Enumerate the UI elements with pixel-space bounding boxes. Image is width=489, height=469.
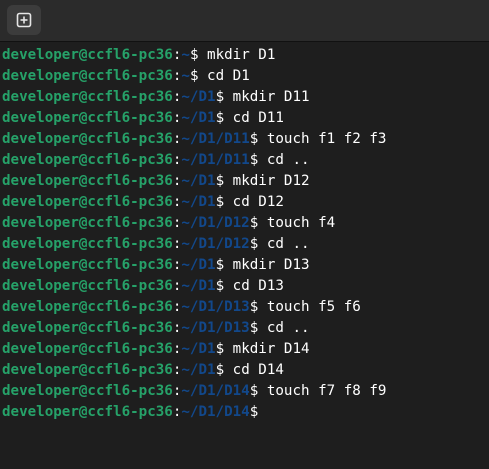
command-text: cd D1 (198, 68, 250, 84)
prompt-symbol: $ (215, 257, 225, 273)
terminal-line: developer@ccfl6-pc36:~/D1/D11$ touch f1 … (2, 129, 489, 150)
prompt-path: ~/D1 (181, 278, 216, 294)
prompt-path: ~/D1 (181, 110, 216, 126)
prompt-symbol: $ (249, 215, 259, 231)
prompt-user-host: developer@ccfl6-pc36 (2, 257, 173, 273)
prompt-path: ~/D1/D12 (181, 236, 250, 252)
prompt-user-host: developer@ccfl6-pc36 (2, 68, 173, 84)
terminal-line: developer@ccfl6-pc36:~/D1$ cd D11 (2, 108, 489, 129)
prompt-user-host: developer@ccfl6-pc36 (2, 320, 173, 336)
prompt-symbol: $ (215, 110, 225, 126)
prompt-path: ~/D1 (181, 341, 216, 357)
new-tab-plus-icon (16, 12, 32, 28)
command-text: cd .. (258, 320, 310, 336)
prompt-user-host: developer@ccfl6-pc36 (2, 131, 173, 147)
prompt-symbol: $ (215, 89, 225, 105)
terminal-line: developer@ccfl6-pc36:~/D1/D12$ cd .. (2, 234, 489, 255)
terminal-line: developer@ccfl6-pc36:~/D1$ mkdir D14 (2, 339, 489, 360)
terminal-line: developer@ccfl6-pc36:~/D1/D11$ cd .. (2, 150, 489, 171)
command-text: cd D14 (224, 362, 284, 378)
prompt-symbol: $ (215, 362, 225, 378)
prompt-symbol: $ (215, 341, 225, 357)
command-text: mkdir D12 (224, 173, 310, 189)
command-text: touch f7 f8 f9 (258, 383, 387, 399)
prompt-user-host: developer@ccfl6-pc36 (2, 215, 173, 231)
terminal-line: developer@ccfl6-pc36:~$ cd D1 (2, 66, 489, 87)
prompt-symbol: $ (249, 404, 259, 420)
command-text: mkdir D11 (224, 89, 310, 105)
command-text: mkdir D14 (224, 341, 310, 357)
prompt-user-host: developer@ccfl6-pc36 (2, 383, 173, 399)
prompt-path: ~ (181, 47, 190, 63)
terminal-line: developer@ccfl6-pc36:~/D1$ cd D13 (2, 276, 489, 297)
prompt-symbol: $ (215, 278, 225, 294)
terminal-line: developer@ccfl6-pc36:~/D1/D12$ touch f4 (2, 213, 489, 234)
prompt-user-host: developer@ccfl6-pc36 (2, 341, 173, 357)
prompt-symbol: $ (249, 236, 259, 252)
prompt-path: ~/D1/D13 (181, 299, 250, 315)
command-text: cd .. (258, 152, 310, 168)
prompt-symbol: $ (249, 152, 259, 168)
prompt-symbol: $ (249, 131, 259, 147)
prompt-path: ~/D1/D13 (181, 320, 250, 336)
command-text: mkdir D13 (224, 257, 310, 273)
prompt-symbol: $ (249, 320, 259, 336)
prompt-user-host: developer@ccfl6-pc36 (2, 47, 173, 63)
prompt-user-host: developer@ccfl6-pc36 (2, 152, 173, 168)
prompt-path: ~/D1 (181, 89, 216, 105)
prompt-path: ~/D1/D14 (181, 383, 250, 399)
command-text: touch f1 f2 f3 (258, 131, 387, 147)
prompt-path: ~ (181, 68, 190, 84)
new-tab-button[interactable] (7, 5, 41, 35)
prompt-user-host: developer@ccfl6-pc36 (2, 89, 173, 105)
prompt-user-host: developer@ccfl6-pc36 (2, 362, 173, 378)
prompt-path: ~/D1 (181, 173, 216, 189)
terminal-line: developer@ccfl6-pc36:~$ mkdir D1 (2, 45, 489, 66)
prompt-symbol: $ (215, 173, 225, 189)
terminal-output[interactable]: developer@ccfl6-pc36:~$ mkdir D1 develope… (2, 45, 489, 469)
prompt-user-host: developer@ccfl6-pc36 (2, 194, 173, 210)
command-text: cd D12 (224, 194, 284, 210)
prompt-path: ~/D1 (181, 257, 216, 273)
command-text: cd D11 (224, 110, 284, 126)
prompt-user-host: developer@ccfl6-pc36 (2, 404, 173, 420)
terminal-line: developer@ccfl6-pc36:~/D1$ mkdir D11 (2, 87, 489, 108)
command-text: touch f5 f6 (258, 299, 361, 315)
prompt-symbol: $ (249, 299, 259, 315)
prompt-path: ~/D1/D14 (181, 404, 250, 420)
terminal-line: developer@ccfl6-pc36:~/D1/D13$ cd .. (2, 318, 489, 339)
prompt-path: ~/D1 (181, 362, 216, 378)
terminal-header-bar (0, 0, 489, 42)
prompt-user-host: developer@ccfl6-pc36 (2, 236, 173, 252)
terminal-line: developer@ccfl6-pc36:~/D1$ mkdir D13 (2, 255, 489, 276)
prompt-path: ~/D1/D12 (181, 215, 250, 231)
command-text: touch f4 (258, 215, 336, 231)
prompt-user-host: developer@ccfl6-pc36 (2, 278, 173, 294)
terminal-line: developer@ccfl6-pc36:~/D1$ cd D12 (2, 192, 489, 213)
terminal-line: developer@ccfl6-pc36:~/D1/D14$ touch f7 … (2, 381, 489, 402)
prompt-user-host: developer@ccfl6-pc36 (2, 110, 173, 126)
prompt-symbol: $ (215, 194, 225, 210)
prompt-path: ~/D1 (181, 194, 216, 210)
terminal-line: developer@ccfl6-pc36:~/D1/D13$ touch f5 … (2, 297, 489, 318)
prompt-user-host: developer@ccfl6-pc36 (2, 299, 173, 315)
command-text: cd D13 (224, 278, 284, 294)
prompt-user-host: developer@ccfl6-pc36 (2, 173, 173, 189)
terminal-line: developer@ccfl6-pc36:~/D1/D14$ (2, 402, 489, 423)
command-text: mkdir D1 (198, 47, 276, 63)
terminal-line: developer@ccfl6-pc36:~/D1$ cd D14 (2, 360, 489, 381)
command-text: cd .. (258, 236, 310, 252)
prompt-symbol: $ (249, 383, 259, 399)
terminal-line: developer@ccfl6-pc36:~/D1$ mkdir D12 (2, 171, 489, 192)
prompt-path: ~/D1/D11 (181, 131, 250, 147)
prompt-path: ~/D1/D11 (181, 152, 250, 168)
